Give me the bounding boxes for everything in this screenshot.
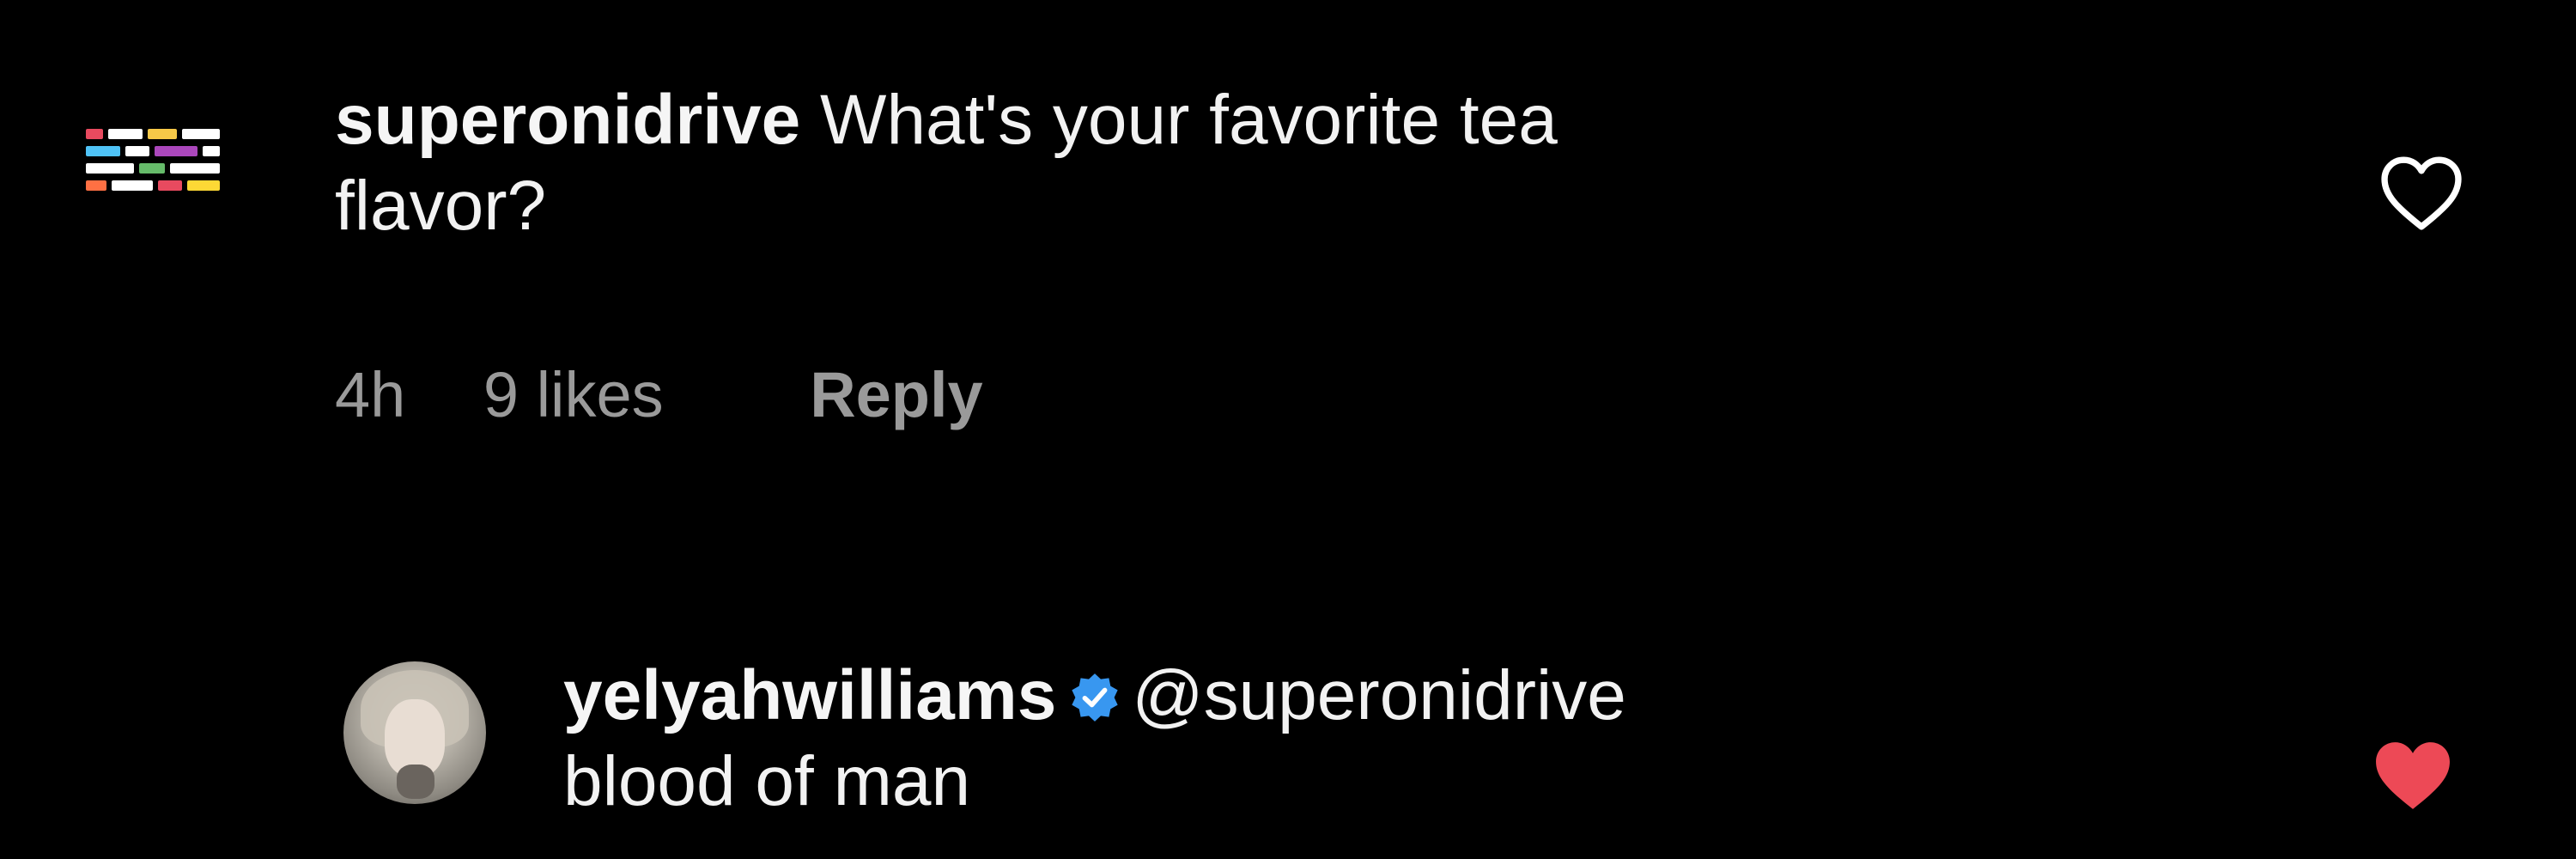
- heart-outline-icon[interactable]: [2379, 155, 2464, 232]
- comment-body-continued: flavor?: [335, 167, 547, 245]
- username-link[interactable]: superonidrive: [335, 81, 800, 159]
- heart-filled-icon[interactable]: [2370, 737, 2456, 814]
- verified-badge-icon: [1072, 673, 1118, 722]
- username-link[interactable]: yelyahwilliams: [563, 656, 1056, 734]
- comment-text: yelyahwilliams @superonidrive blood of ma…: [563, 653, 1626, 825]
- comment-body: What's your favorite tea: [820, 81, 1558, 159]
- timestamp: 4h: [335, 359, 406, 430]
- comment-meta: 4h 9 likes Reply: [335, 352, 983, 438]
- avatar[interactable]: [86, 129, 223, 194]
- reply-button[interactable]: Reply: [810, 352, 983, 438]
- likes-count[interactable]: 9 likes: [483, 352, 664, 438]
- comment-row: superonidrive What's your favorite tea f…: [0, 0, 2576, 481]
- mention-link[interactable]: @superonidrive: [1132, 656, 1626, 734]
- comment-text: superonidrive What's your favorite tea f…: [335, 77, 1558, 249]
- comment-body: blood of man: [563, 742, 971, 820]
- avatar[interactable]: [343, 661, 486, 804]
